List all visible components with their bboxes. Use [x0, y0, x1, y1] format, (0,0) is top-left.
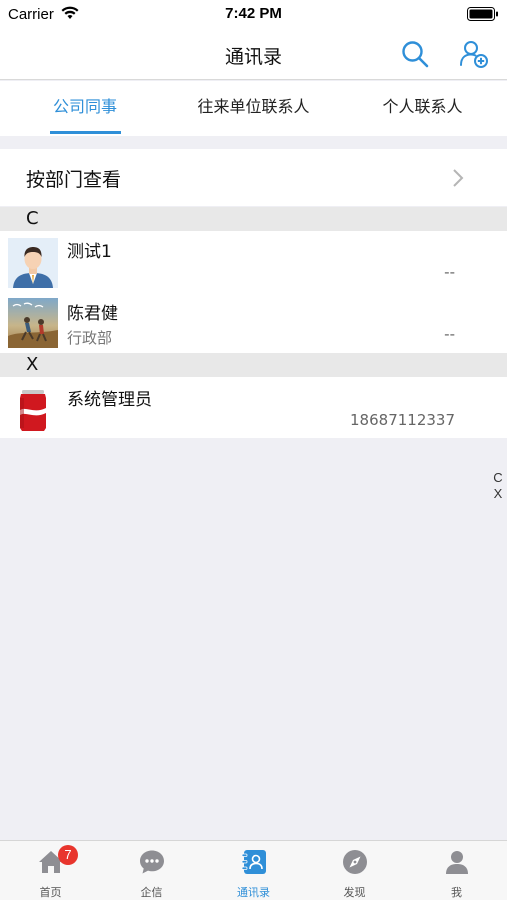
contact-phone: -- — [444, 325, 455, 343]
contact-department: 行政部 — [67, 329, 113, 347]
contact-category-tabs: 公司同事 往来单位联系人 个人联系人 — [0, 81, 507, 136]
tabbar-label: 发现 — [343, 886, 366, 899]
chat-icon — [140, 850, 164, 874]
runners-photo-avatar — [8, 298, 58, 348]
section-header-x: X — [0, 353, 507, 377]
notification-badge: 7 — [58, 845, 78, 865]
contact-row[interactable]: 陈君健 行政部 -- — [0, 293, 507, 353]
contact-row[interactable]: 系统管理员 18687112337 — [0, 377, 507, 438]
contact-name: 测试1 — [67, 242, 112, 262]
cola-can-avatar — [8, 384, 58, 434]
contacts-icon — [241, 850, 266, 874]
contact-phone: 18687112337 — [350, 411, 455, 429]
tabbar-item-home[interactable]: 7 首页 — [0, 841, 101, 900]
battery-icon — [467, 7, 498, 21]
view-by-department-label: 按部门查看 — [26, 169, 122, 191]
section-letter: X — [26, 354, 39, 375]
add-contact-icon[interactable] — [458, 38, 490, 70]
navigation-bar: 通讯录 — [0, 30, 507, 80]
index-letter-c[interactable]: C — [491, 470, 505, 486]
view-by-department-row[interactable]: 按部门查看 — [0, 149, 507, 206]
contact-phone: -- — [444, 263, 455, 281]
section-letter: C — [26, 208, 39, 229]
tabbar-label: 首页 — [39, 886, 62, 899]
section-header-c: C — [0, 207, 507, 231]
tabbar-label: 通讯录 — [237, 886, 270, 899]
tabbar-item-discover[interactable]: 发现 — [304, 841, 405, 900]
compass-icon — [343, 850, 367, 874]
contact-name: 系统管理员 — [67, 390, 152, 410]
search-icon[interactable] — [400, 39, 430, 69]
tabbar-item-contacts[interactable]: 通讯录 — [203, 841, 304, 900]
clock: 7:42 PM — [225, 5, 282, 22]
person-icon — [446, 851, 468, 874]
bottom-tab-bar: 7 首页 企信 通讯录 发现 我 — [0, 840, 507, 900]
businessman-avatar — [8, 238, 58, 288]
tabbar-label: 我 — [451, 886, 462, 899]
chevron-right-icon — [453, 169, 464, 187]
index-letter-x[interactable]: X — [491, 486, 505, 502]
tab-business-contacts[interactable]: 往来单位联系人 — [169, 81, 338, 136]
tabbar-label: 企信 — [140, 886, 163, 899]
active-tab-indicator — [50, 131, 121, 134]
page-title: 通讯录 — [224, 46, 282, 68]
status-bar: Carrier 7:42 PM — [0, 0, 507, 30]
tab-colleagues[interactable]: 公司同事 — [0, 81, 170, 136]
contact-name: 陈君健 — [67, 304, 118, 324]
tab-personal-contacts[interactable]: 个人联系人 — [338, 81, 507, 136]
tabbar-item-messages[interactable]: 企信 — [101, 841, 202, 900]
tabbar-item-me[interactable]: 我 — [406, 841, 507, 900]
contact-row[interactable]: 测试1 -- — [0, 231, 507, 293]
alphabet-index[interactable]: C X — [491, 470, 505, 502]
